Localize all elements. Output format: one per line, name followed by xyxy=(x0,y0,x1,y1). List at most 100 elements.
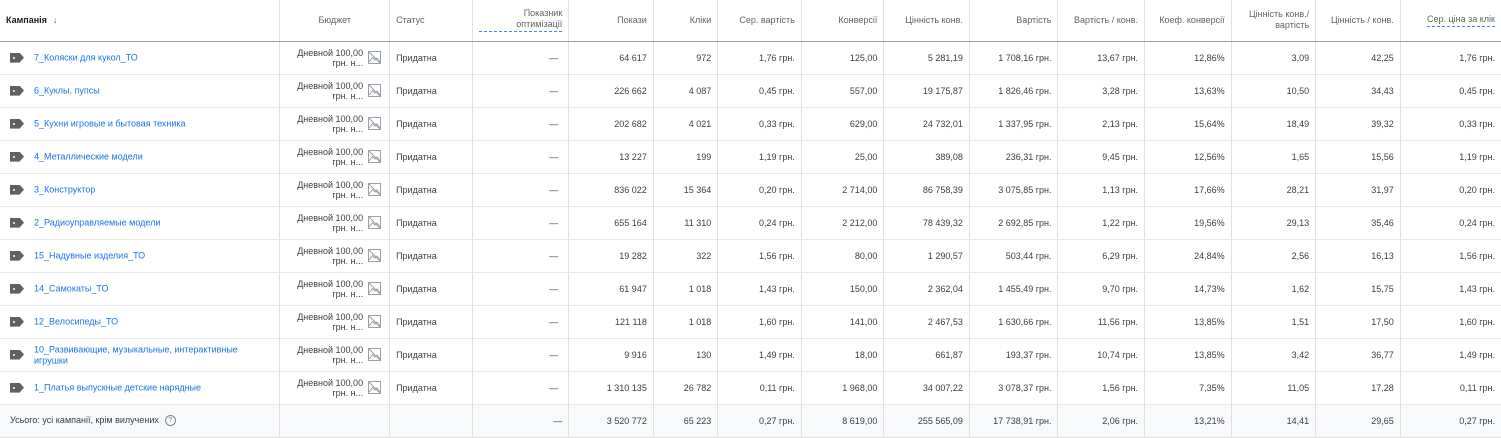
col-cost-per-conv[interactable]: Вартість / конв. xyxy=(1057,0,1146,42)
image-placeholder-icon xyxy=(368,314,382,328)
col-avg-cost[interactable]: Сер. вартість xyxy=(717,0,802,42)
col-optimization[interactable]: Показник оптимізації xyxy=(472,0,570,42)
arrow-down-icon[interactable]: ↓ xyxy=(53,15,58,25)
cost-per-conv-cell: 1,56 грн. xyxy=(1057,371,1146,405)
conv-rate-cell: 15,64% xyxy=(1144,107,1232,141)
cost-per-conv-cell: 1,13 грн. xyxy=(1057,173,1146,207)
value-per-conv-cell: 15,56 xyxy=(1315,140,1401,174)
value-per-conv-cell: 35,46 xyxy=(1315,206,1401,240)
impressions-cell: 655 164 xyxy=(568,206,654,240)
avg-cpc-cell: 1,56 грн. xyxy=(1400,239,1501,273)
value-per-cost-cell: 11,05 xyxy=(1231,371,1317,405)
campaign-link[interactable]: 5_Кухни игровые и бытовая техника xyxy=(34,119,186,129)
table-row: 3_Конструктор Дневной 100,00 грн. н... При… xyxy=(0,173,1501,207)
col-cost[interactable]: Вартість xyxy=(969,0,1059,42)
campaign-cell: 12_Велосипеды_ТО xyxy=(0,305,281,339)
col-clicks[interactable]: Кліки xyxy=(653,0,719,42)
impressions-cell: 19 282 xyxy=(568,239,654,273)
budget-cell[interactable]: Дневной 100,00 грн. н... xyxy=(279,371,391,405)
clicks-cell: 26 782 xyxy=(653,371,719,405)
budget-cell[interactable]: Дневной 100,00 грн. н... xyxy=(279,74,391,108)
campaign-link[interactable]: 1_Платья выпускные детские нарядные xyxy=(34,383,201,393)
total-cost: 17 738,91 грн. xyxy=(969,404,1059,438)
conv-value-cell: 24 732,01 xyxy=(883,107,970,141)
conv-value-cell: 1 290,57 xyxy=(883,239,970,273)
budget-cell[interactable]: Дневной 100,00 грн. н... xyxy=(279,206,391,240)
image-placeholder-icon xyxy=(368,248,382,262)
help-circle-icon[interactable]: ? xyxy=(164,415,176,427)
campaign-link[interactable]: 15_Надувные изделия_ТО xyxy=(34,251,145,261)
col-budget[interactable]: Бюджет xyxy=(279,0,391,42)
campaign-link[interactable]: 14_Самокаты_ТО xyxy=(34,284,108,294)
conv-rate-cell: 19,56% xyxy=(1144,206,1232,240)
budget-cell[interactable]: Дневной 100,00 грн. н... xyxy=(279,41,391,75)
status-cell: Придатна xyxy=(389,74,473,108)
campaign-cell: 7_Коляски для кукол_ТО xyxy=(0,41,281,75)
budget-text: Дневной 100,00 грн. н... xyxy=(297,344,364,365)
budget-cell[interactable]: Дневной 100,00 грн. н... xyxy=(279,338,391,372)
conv-rate-cell: 7,35% xyxy=(1144,371,1232,405)
col-value-per-cost[interactable]: Цінність конв./ вартість xyxy=(1231,0,1317,42)
budget-cell[interactable]: Дневной 100,00 грн. н... xyxy=(279,107,391,141)
impressions-cell: 1 310 135 xyxy=(568,371,654,405)
cost-per-conv-cell: 6,29 грн. xyxy=(1057,239,1146,273)
campaign-link[interactable]: 3_Конструктор xyxy=(34,185,95,195)
conversions-cell: 2 714,00 xyxy=(801,173,885,207)
image-placeholder-icon xyxy=(368,83,382,97)
col-campaign[interactable]: Кампанія ↓ xyxy=(0,0,281,42)
conv-value-cell: 661,87 xyxy=(883,338,970,372)
col-conversions[interactable]: Конверсії xyxy=(801,0,885,42)
impressions-cell: 226 662 xyxy=(568,74,654,108)
budget-cell[interactable]: Дневной 100,00 грн. н... xyxy=(279,272,391,306)
status-cell: Придатна xyxy=(389,305,473,339)
cost-per-conv-cell: 9,70 грн. xyxy=(1057,272,1146,306)
total-status xyxy=(389,404,473,438)
cost-per-conv-cell: 1,22 грн. xyxy=(1057,206,1146,240)
campaign-link[interactable]: 12_Велосипеды_ТО xyxy=(34,317,118,327)
budget-cell[interactable]: Дневной 100,00 грн. н... xyxy=(279,173,391,207)
campaign-link[interactable]: 10_Развивающие, музыкальные, интерактивн… xyxy=(34,345,238,366)
total-value-per-conv: 29,65 xyxy=(1315,404,1401,438)
campaign-link[interactable]: 7_Коляски для кукол_ТО xyxy=(34,53,138,63)
col-value-per-conv[interactable]: Цінність / конв. xyxy=(1315,0,1401,42)
value-per-cost-cell: 1,51 xyxy=(1231,305,1317,339)
cost-cell: 1 708,16 грн. xyxy=(969,41,1059,75)
total-budget xyxy=(279,404,391,438)
campaign-cell: 10_Развивающие, музыкальные, интерактивн… xyxy=(0,338,281,372)
budget-cell[interactable]: Дневной 100,00 грн. н... xyxy=(279,140,391,174)
cost-cell: 503,44 грн. xyxy=(969,239,1059,273)
conv-rate-cell: 13,63% xyxy=(1144,74,1232,108)
col-conv-value[interactable]: Цінність конв. xyxy=(883,0,970,42)
image-placeholder-icon xyxy=(368,215,382,229)
col-conv-rate[interactable]: Коеф. конверсії xyxy=(1144,0,1232,42)
avg-cpc-cell: 1,76 грн. xyxy=(1400,41,1501,75)
avg-cpc-cell: 1,49 грн. xyxy=(1400,338,1501,372)
avg-cost-cell: 1,56 грн. xyxy=(717,239,802,273)
campaign-cell: 5_Кухни игровые и бытовая техника xyxy=(0,107,281,141)
status-cell: Придатна xyxy=(389,338,473,372)
budget-cell[interactable]: Дневной 100,00 грн. н... xyxy=(279,239,391,273)
col-status[interactable]: Статус xyxy=(389,0,473,42)
budget-cell[interactable]: Дневной 100,00 грн. н... xyxy=(279,305,391,339)
campaign-tag-icon xyxy=(10,316,24,327)
budget-text: Дневной 100,00 грн. н... xyxy=(297,113,364,134)
campaign-link[interactable]: 4_Металлические модели xyxy=(34,152,143,162)
conversions-cell: 125,00 xyxy=(801,41,885,75)
campaign-tag-icon xyxy=(10,217,24,228)
avg-cpc-cell: 0,11 грн. xyxy=(1400,371,1501,405)
col-impressions[interactable]: Покази xyxy=(568,0,654,42)
campaign-link[interactable]: 2_Радиоуправляемые модели xyxy=(34,218,160,228)
total-avg-cpc: 0,27 грн. xyxy=(1400,404,1501,438)
optimization-cell: — xyxy=(472,140,570,174)
avg-cost-cell: 1,60 грн. xyxy=(717,305,802,339)
table-row: 14_Самокаты_ТО Дневной 100,00 грн. н... Пр… xyxy=(0,272,1501,306)
col-avg-cpc[interactable]: Сер. ціна за клік xyxy=(1400,0,1501,42)
table-row: 6_Куклы, пупсы Дневной 100,00 грн. н... Пр… xyxy=(0,74,1501,108)
conv-value-cell: 86 758,39 xyxy=(883,173,970,207)
value-per-conv-cell: 15,75 xyxy=(1315,272,1401,306)
budget-text: Дневной 100,00 грн. н... xyxy=(297,179,364,200)
avg-cpc-cell: 0,33 грн. xyxy=(1400,107,1501,141)
campaign-link[interactable]: 6_Куклы, пупсы xyxy=(34,86,100,96)
value-per-conv-cell: 17,50 xyxy=(1315,305,1401,339)
campaign-cell: 3_Конструктор xyxy=(0,173,281,207)
